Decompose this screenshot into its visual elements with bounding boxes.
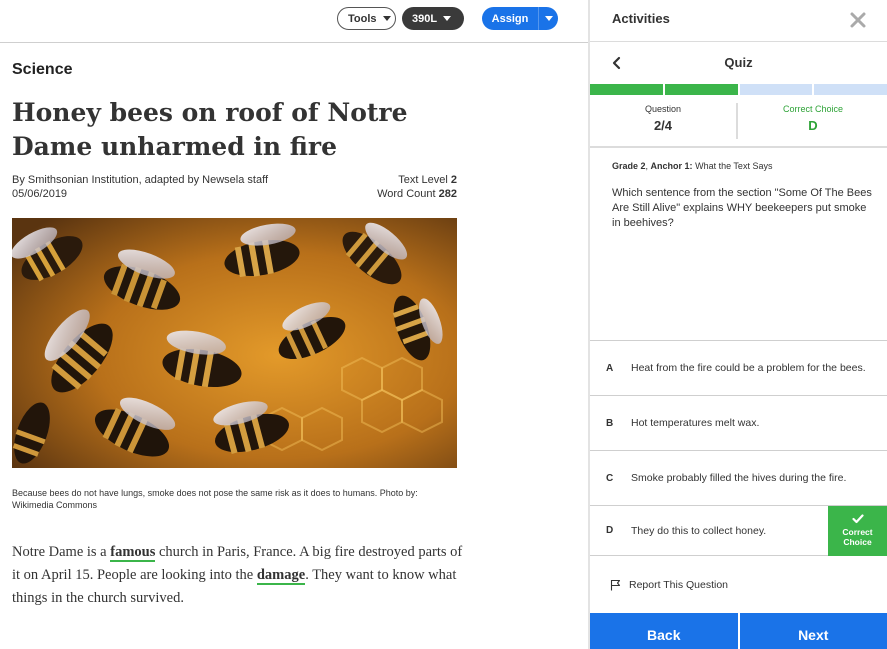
tools-button[interactable]: Tools bbox=[337, 7, 396, 30]
progress-segment bbox=[590, 84, 663, 95]
question-grade: Grade 2 bbox=[612, 161, 646, 171]
word-count-value: 282 bbox=[438, 188, 457, 200]
reading-level-button[interactable]: 390L bbox=[402, 7, 464, 30]
question-anchor-text: What the Text Says bbox=[695, 161, 773, 171]
question-text: Which sentence from the section "Some Of… bbox=[612, 187, 872, 229]
text-level-value: 2 bbox=[450, 174, 457, 186]
chevron-down-icon bbox=[544, 16, 553, 21]
answer-option-b[interactable]: B Hot temperatures melt wax. bbox=[590, 395, 887, 450]
reading-level-label: 390L bbox=[412, 12, 438, 25]
answer-option-a[interactable]: A Heat from the fire could be a problem … bbox=[590, 340, 887, 395]
answer-option-d[interactable]: D They do this to collect honey. Correct… bbox=[590, 505, 887, 556]
back-button[interactable]: Back bbox=[590, 613, 738, 649]
activities-title: Activities bbox=[612, 11, 670, 26]
photo-caption: Because bees do not have lungs, smoke do… bbox=[12, 488, 418, 510]
chevron-down-icon bbox=[443, 16, 452, 21]
checkmark-icon bbox=[851, 514, 864, 524]
report-question-label: Report This Question bbox=[629, 579, 729, 591]
byline-block: By Smithsonian Institution, adapted by N… bbox=[12, 173, 268, 201]
assign-button[interactable]: Assign bbox=[482, 7, 558, 30]
quiz-title: Quiz bbox=[724, 55, 753, 70]
flag-icon bbox=[610, 579, 621, 591]
answer-list: A Heat from the fire could be a problem … bbox=[590, 340, 887, 556]
correct-choice-value: D bbox=[808, 118, 818, 133]
progress-segment bbox=[814, 84, 887, 95]
report-question-link[interactable]: Report This Question bbox=[610, 579, 728, 591]
answer-letter: A bbox=[606, 362, 614, 374]
correct-choice-label: Correct Choice bbox=[782, 104, 844, 114]
activities-pane: Activities Quiz Question 2/4 Correct Cho… bbox=[590, 0, 887, 649]
article-pane: Tools 390L Assign Science Honey bees on … bbox=[0, 0, 588, 649]
answer-option-c[interactable]: C Smoke probably filled the hives during… bbox=[590, 450, 887, 505]
vocab-word-damage[interactable]: damage bbox=[256, 567, 306, 585]
article-headline: Honey bees on roof of Notre Dame unharme… bbox=[12, 98, 408, 161]
article-toolbar: Tools 390L Assign bbox=[0, 0, 588, 43]
answer-text: Smoke probably filled the hives during t… bbox=[631, 472, 847, 484]
quiz-progress-bar bbox=[590, 84, 887, 95]
assign-dropdown-toggle[interactable] bbox=[538, 7, 558, 30]
next-button[interactable]: Next bbox=[739, 613, 887, 649]
body-text-segment: Notre Dame is a bbox=[12, 544, 111, 560]
answer-letter: C bbox=[606, 472, 614, 484]
answer-text: Heat from the fire could be a problem fo… bbox=[631, 362, 866, 374]
vocab-word-famous[interactable]: famous bbox=[110, 544, 156, 562]
assign-button-label: Assign bbox=[491, 12, 529, 25]
article-photo bbox=[12, 218, 457, 468]
progress-segment bbox=[664, 84, 738, 95]
answer-letter: B bbox=[606, 417, 614, 429]
activities-header: Activities bbox=[590, 0, 887, 42]
question-anchor: Anchor 1: bbox=[650, 161, 693, 171]
word-count-label: Word Count bbox=[377, 188, 436, 200]
question-meta: Grade 2, Anchor 1: What the Text Says bbox=[612, 161, 773, 171]
byline-date: 05/06/2019 bbox=[12, 188, 68, 200]
app-root: Tools 390L Assign Science Honey bees on … bbox=[0, 0, 887, 649]
question-counter-label: Question bbox=[644, 104, 682, 114]
correct-badge-line1: Correct bbox=[842, 527, 873, 537]
correct-badge-line2: Choice bbox=[843, 537, 872, 547]
bees-on-honeycomb-image bbox=[12, 218, 457, 468]
article-body-paragraph: Notre Dame is a famous church in Paris, … bbox=[12, 541, 472, 610]
quiz-navigation: Back Next bbox=[590, 613, 887, 649]
correct-choice-indicator: Correct Choice D bbox=[739, 103, 887, 154]
tools-button-label: Tools bbox=[348, 12, 377, 25]
answer-text: Hot temperatures melt wax. bbox=[631, 417, 760, 429]
subject-label: Science bbox=[12, 61, 73, 78]
text-info-block: Text Level 2 Word Count 282 bbox=[377, 173, 457, 201]
byline-author: By Smithsonian Institution, adapted by N… bbox=[12, 174, 268, 186]
close-icon[interactable] bbox=[849, 11, 867, 29]
quiz-header: Quiz bbox=[590, 42, 887, 84]
answer-letter: D bbox=[606, 525, 614, 536]
question-counter-value: 2/4 bbox=[653, 118, 673, 133]
chevron-down-icon bbox=[382, 16, 391, 21]
text-level-label: Text Level bbox=[398, 174, 448, 186]
progress-segment bbox=[739, 84, 813, 95]
question-counter: Question 2/4 bbox=[590, 103, 738, 139]
correct-choice-badge: Correct Choice bbox=[828, 506, 887, 556]
quiz-stats: Question 2/4 Correct Choice D bbox=[590, 95, 887, 148]
